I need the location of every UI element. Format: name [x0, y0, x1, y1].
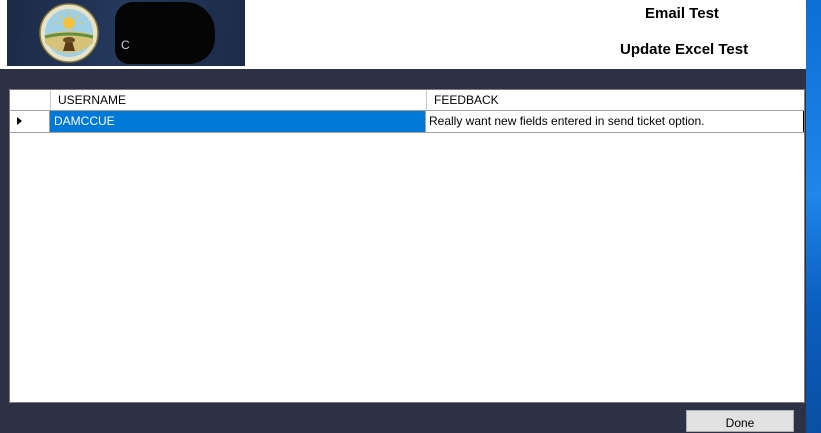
row-header-column [10, 90, 51, 110]
logo-banner: C [7, 0, 245, 66]
desktop-background [806, 0, 821, 433]
redacted-title [115, 2, 215, 64]
done-button[interactable]: Done [686, 410, 794, 432]
update-excel-test-button[interactable]: Update Excel Test [620, 41, 748, 58]
grid-header: USERNAME FEEDBACK [10, 90, 804, 111]
state-seal-icon [39, 3, 99, 63]
email-test-button[interactable]: Email Test [645, 5, 719, 22]
cell-feedback[interactable]: Really want new fields entered in send t… [426, 111, 804, 132]
header-bar: C Email Test Update Excel Test [0, 0, 806, 69]
logo-text: C [121, 38, 130, 52]
row-selector[interactable] [10, 111, 50, 132]
column-header-feedback[interactable]: FEEDBACK [427, 90, 804, 110]
column-header-username[interactable]: USERNAME [51, 90, 427, 110]
table-row[interactable]: DAMCCUE Really want new fields entered i… [10, 111, 804, 133]
feedback-grid[interactable]: USERNAME FEEDBACK DAMCCUE Really want ne… [9, 89, 805, 403]
current-row-arrow-icon [17, 117, 22, 125]
cell-username[interactable]: DAMCCUE [50, 111, 426, 132]
feedback-window: C Email Test Update Excel Test USERNAME … [0, 0, 806, 433]
